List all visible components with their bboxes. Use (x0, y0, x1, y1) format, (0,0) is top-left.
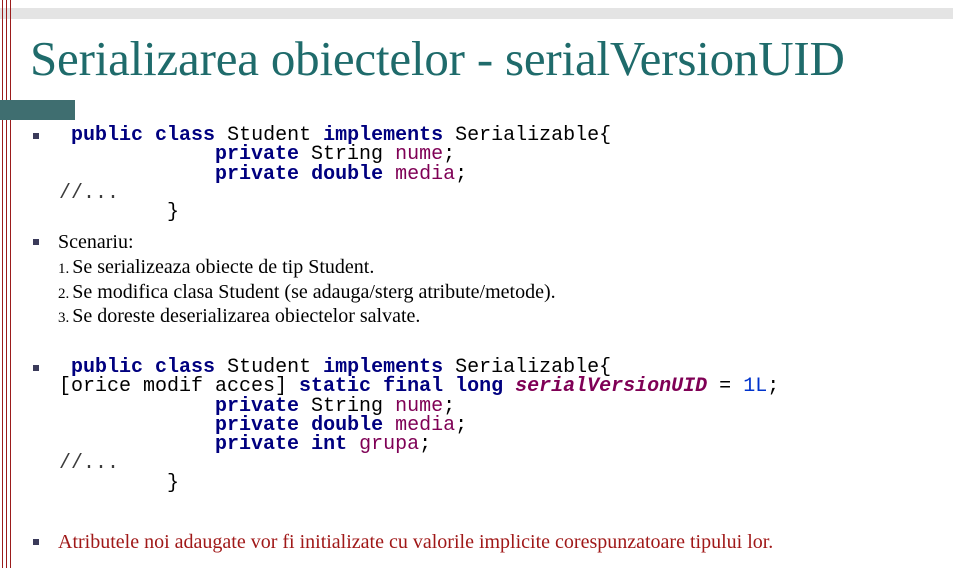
scenario-heading: Scenariu: (58, 231, 134, 253)
code-token: Serializable{ (443, 124, 612, 147)
bullet-icon (33, 239, 39, 245)
code-token: public (71, 124, 144, 147)
code-token: ; (767, 375, 780, 399)
scenario-step: 3. Se doreste deserializarea obiectelor s… (58, 305, 421, 327)
slide-title: Serializarea obiectelor - serialVersionU… (30, 31, 845, 86)
code-token: double (311, 162, 384, 186)
margin-line (6, 0, 7, 568)
code-block-student: public class Student implements Serializ… (59, 124, 612, 225)
bullet-icon (33, 365, 39, 371)
title-accent-bar (0, 100, 75, 120)
code-token: grupa (359, 433, 420, 457)
code-token: private (215, 162, 300, 186)
code-token: = (707, 375, 744, 399)
code-token: ; (455, 162, 468, 186)
scenario-steps: 1. Se serializeaza obiecte de tip Student… (58, 256, 556, 330)
code-block-student-serialversionuid: public class Student implements Serializ… (59, 358, 780, 495)
code-token: private (215, 433, 300, 457)
code-token: media (395, 162, 456, 186)
scenario-step: 2. Se modifica clasa Student (se adauga/s… (58, 280, 556, 303)
scenario-step: 1. Se serializeaza obiecte de tip Student… (58, 256, 375, 278)
code-token: } (167, 471, 180, 495)
code-token: ; (419, 433, 432, 457)
top-bar (0, 8, 953, 19)
bullet-icon (33, 133, 39, 139)
note-text: Atributele noi adaugate vor fi initializ… (58, 531, 774, 553)
code-token: int (311, 433, 348, 457)
code-token: ; (455, 413, 468, 437)
code-token: } (167, 201, 180, 225)
code-token: long (455, 375, 504, 399)
code-comment: //... (59, 181, 120, 205)
code-token: 1L (743, 375, 768, 399)
code-token: class (155, 124, 216, 147)
code-comment: //... (59, 452, 120, 476)
margin-line (2, 0, 3, 568)
margin-line (10, 0, 11, 568)
bullet-icon (33, 539, 39, 545)
code-token: serialVersionUID (515, 375, 708, 399)
